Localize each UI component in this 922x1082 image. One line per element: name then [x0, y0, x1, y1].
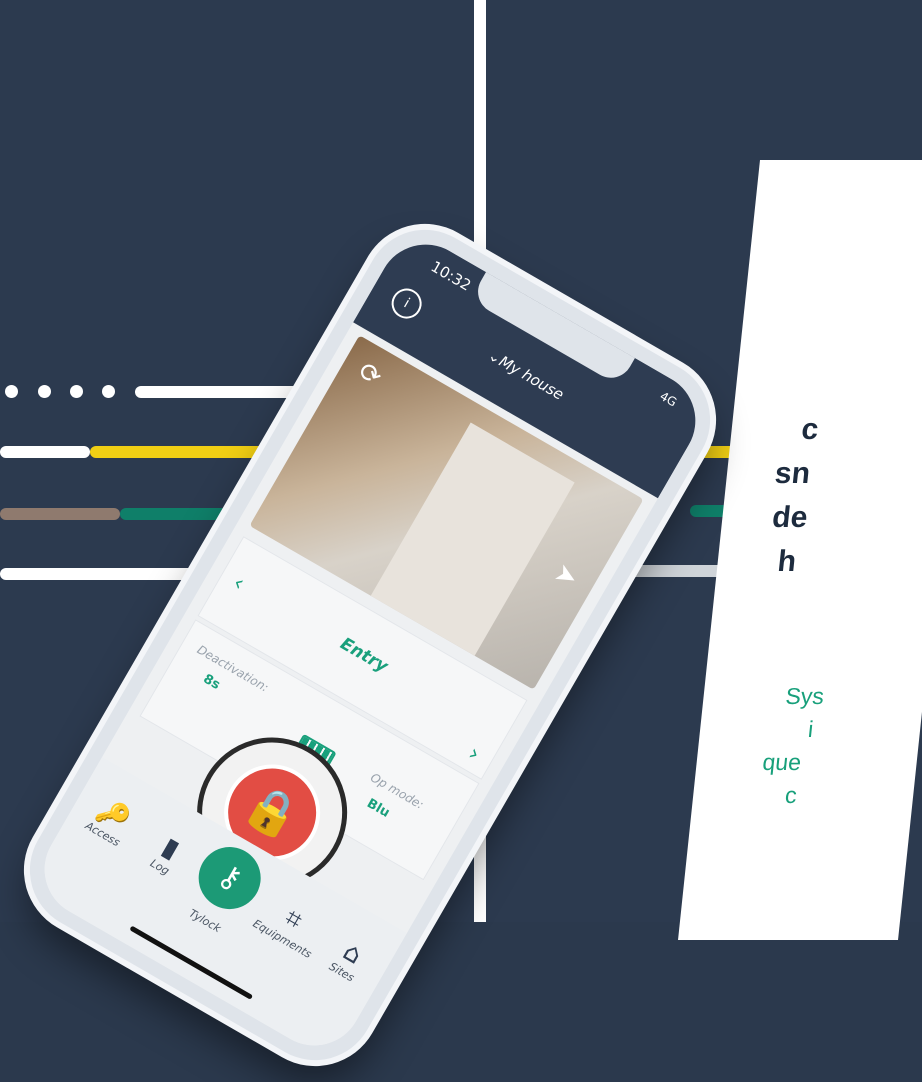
promo-body-line: Sys [784, 683, 826, 709]
dot [38, 385, 51, 398]
dot [70, 385, 83, 398]
send-icon[interactable]: ➤ [549, 557, 583, 594]
promo-heading-line: h [776, 545, 798, 578]
network-status: 4G [657, 388, 680, 410]
stripe-brown [0, 508, 120, 520]
promo-body: Sys i que c [761, 680, 826, 812]
promo-body-line: c [783, 782, 799, 808]
dot [5, 385, 18, 398]
next-arrow-icon[interactable]: › [464, 741, 484, 767]
promo-body-line: que [761, 749, 803, 775]
open-mode-value: Blu [364, 796, 393, 821]
promo-heading-line: sn [773, 457, 812, 490]
status-time: 10:32 [427, 257, 475, 295]
refresh-icon[interactable]: ⟳ [353, 356, 387, 393]
promo-body-line: i [806, 716, 815, 742]
promo-heading-line: c [799, 413, 821, 446]
dot [102, 385, 115, 398]
site-name: My house [495, 352, 568, 404]
stripe-white-yellow [0, 446, 90, 458]
keys-icon: ⚷ [211, 856, 249, 899]
promo-heading-line: de [770, 501, 810, 534]
promo-heading: c sn de h [771, 408, 821, 584]
deactivation-value: 8s [200, 671, 223, 693]
